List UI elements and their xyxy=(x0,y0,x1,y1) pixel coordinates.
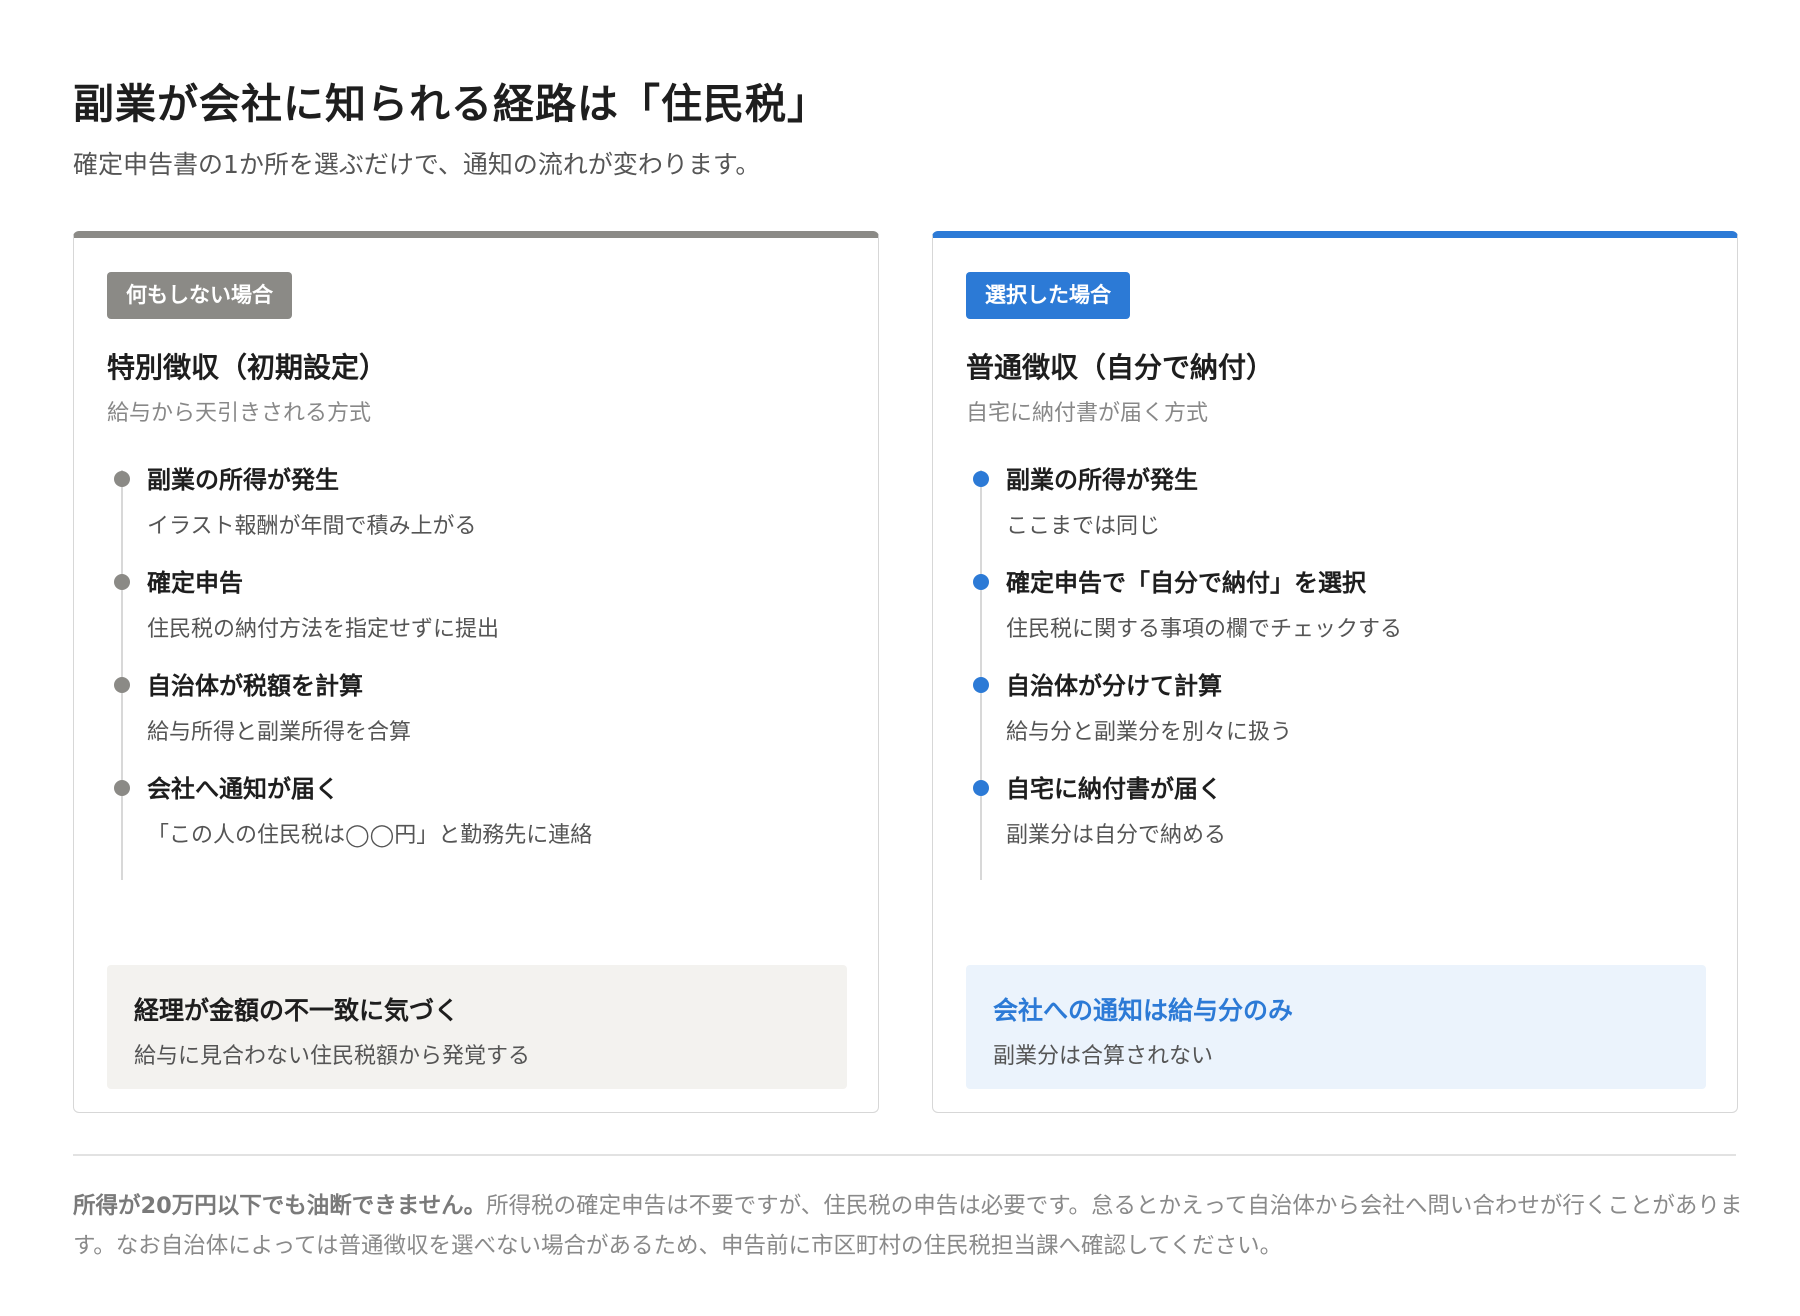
step-dot-icon xyxy=(114,471,130,487)
step-description: ここまでは同じ xyxy=(1006,514,1161,539)
step-dot-icon xyxy=(114,574,130,590)
step-title: 確定申告 xyxy=(147,569,243,597)
divider xyxy=(73,1154,1736,1156)
step-title: 自治体が税額を計算 xyxy=(147,672,363,700)
footnote-lead: 所得が20万円以下でも油断できません。 xyxy=(73,1193,487,1219)
step-title: 自治体が分けて計算 xyxy=(1006,672,1222,700)
timeline-step: 確定申告で「自分で納付」を選択 住民税に関する事項の欄でチェックする xyxy=(966,563,1706,673)
result-title: 経理が金額の不一致に気づく xyxy=(134,996,460,1025)
card-subtitle: 給与から天引きされる方式 xyxy=(107,401,372,426)
step-description: イラスト報酬が年間で積み上がる xyxy=(147,514,477,539)
result-description: 給与に見合わない住民税額から発覚する xyxy=(134,1044,531,1069)
result-description: 副業分は合算されない xyxy=(993,1044,1214,1069)
timeline: 副業の所得が発生 ここまでは同じ 確定申告で「自分で納付」を選択 住民税に関する… xyxy=(966,460,1706,880)
result-box: 会社への通知は給与分のみ 副業分は合算されない xyxy=(966,965,1706,1089)
timeline-step: 確定申告 住民税の納付方法を指定せずに提出 xyxy=(107,563,847,673)
card-subtitle: 自宅に納付書が届く方式 xyxy=(966,401,1209,426)
step-description: 副業分は自分で納める xyxy=(1006,823,1227,848)
card-special-collection: 何もしない場合 特別徴収（初期設定） 給与から天引きされる方式 副業の所得が発生… xyxy=(73,231,879,1113)
timeline: 副業の所得が発生 イラスト報酬が年間で積み上がる 確定申告 住民税の納付方法を指… xyxy=(107,460,847,880)
step-title: 会社へ通知が届く xyxy=(147,775,339,803)
card-ordinary-collection: 選択した場合 普通徴収（自分で納付） 自宅に納付書が届く方式 副業の所得が発生 … xyxy=(932,231,1738,1113)
step-title: 確定申告で「自分で納付」を選択 xyxy=(1006,569,1366,597)
page-subtitle: 確定申告書の1か所を選ぶだけで、通知の流れが変わります。 xyxy=(73,150,761,179)
step-description: 住民税の納付方法を指定せずに提出 xyxy=(147,617,500,642)
step-description: 「この人の住民税は◯◯円」と勤務先に連絡 xyxy=(147,823,593,848)
card-badge: 選択した場合 xyxy=(966,272,1130,319)
step-title: 副業の所得が発生 xyxy=(1006,466,1198,494)
timeline-step: 会社へ通知が届く 「この人の住民税は◯◯円」と勤務先に連絡 xyxy=(107,769,847,879)
step-dot-icon xyxy=(973,780,989,796)
step-title: 自宅に納付書が届く xyxy=(1006,775,1222,803)
card-badge: 何もしない場合 xyxy=(107,272,292,319)
step-dot-icon xyxy=(973,471,989,487)
page-title: 副業が会社に知られる経路は「住民税」 xyxy=(73,80,829,128)
step-description: 住民税に関する事項の欄でチェックする xyxy=(1006,617,1403,642)
card-title: 普通徴収（自分で納付） xyxy=(966,351,1275,384)
step-dot-icon xyxy=(973,574,989,590)
step-dot-icon xyxy=(114,677,130,693)
step-description: 給与所得と副業所得を合算 xyxy=(147,720,412,745)
step-description: 給与分と副業分を別々に扱う xyxy=(1006,720,1293,745)
timeline-step: 副業の所得が発生 ここまでは同じ xyxy=(966,460,1706,570)
card-title: 特別徴収（初期設定） xyxy=(107,351,388,384)
step-dot-icon xyxy=(973,677,989,693)
timeline-step: 自宅に納付書が届く 副業分は自分で納める xyxy=(966,769,1706,879)
timeline-step: 副業の所得が発生 イラスト報酬が年間で積み上がる xyxy=(107,460,847,570)
step-title: 副業の所得が発生 xyxy=(147,466,339,494)
timeline-step: 自治体が分けて計算 給与分と副業分を別々に扱う xyxy=(966,666,1706,776)
step-dot-icon xyxy=(114,780,130,796)
footnote: 所得が20万円以下でも油断できません。所得税の確定申告は不要ですが、住民税の申告… xyxy=(73,1186,1753,1266)
timeline-step: 自治体が税額を計算 給与所得と副業所得を合算 xyxy=(107,666,847,776)
result-title: 会社への通知は給与分のみ xyxy=(993,996,1294,1025)
result-box: 経理が金額の不一致に気づく 給与に見合わない住民税額から発覚する xyxy=(107,965,847,1089)
